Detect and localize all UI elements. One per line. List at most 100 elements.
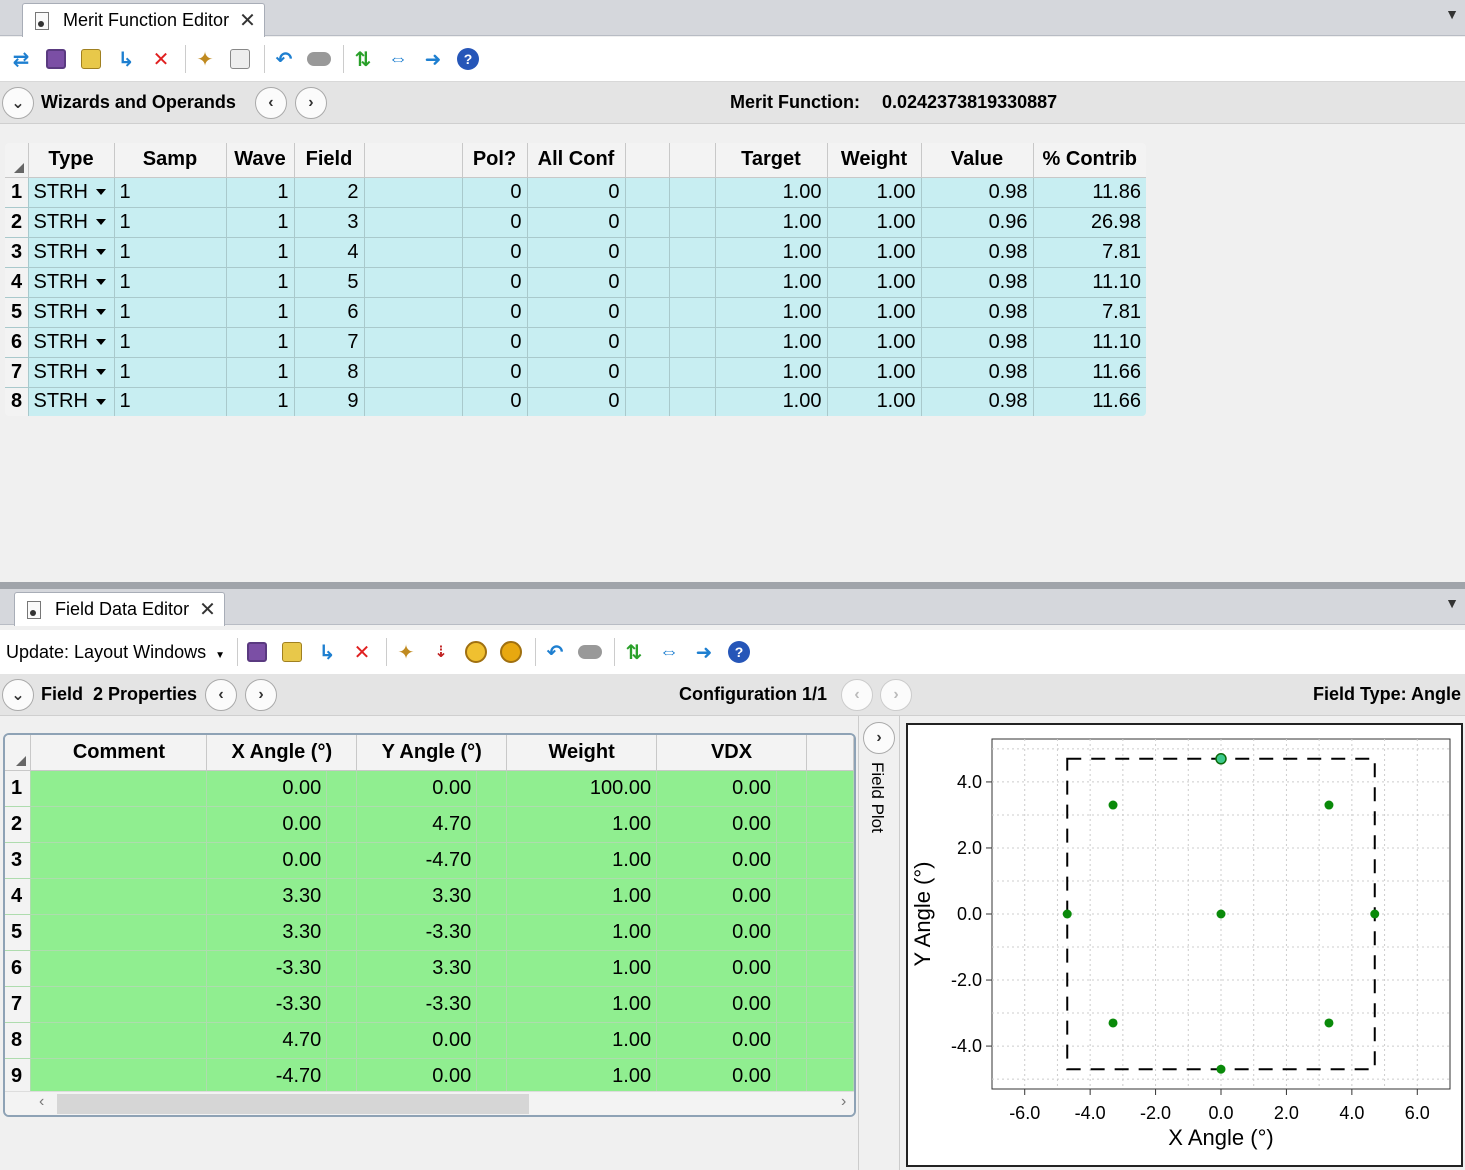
target-cell[interactable]: 1.00 [715, 237, 828, 268]
field-cell[interactable]: 9 [294, 387, 365, 416]
row-number[interactable]: 3 [5, 842, 32, 879]
solve-cell[interactable] [476, 770, 508, 807]
solve-cell[interactable] [476, 1022, 508, 1059]
comment-cell[interactable] [30, 986, 208, 1023]
column-header[interactable]: Samp [114, 143, 227, 178]
samp-cell[interactable]: 1 [114, 207, 227, 238]
weight-cell[interactable]: 1.00 [827, 357, 922, 388]
comment-cell[interactable] [30, 914, 208, 951]
empty-cell[interactable] [669, 357, 716, 388]
empty-cell[interactable] [806, 950, 854, 987]
column-header[interactable]: Y Angle (°) [356, 735, 508, 771]
solve-cell[interactable] [776, 950, 807, 987]
row-number[interactable]: 4 [5, 267, 29, 298]
chevron-down-icon[interactable]: ⌄ [2, 678, 34, 711]
samp-cell[interactable]: 1 [114, 237, 227, 268]
empty-cell[interactable] [669, 297, 716, 328]
empty-cell[interactable] [364, 357, 463, 388]
weight-cell[interactable]: 1.00 [506, 842, 658, 879]
comment-cell[interactable] [30, 950, 208, 987]
table-row[interactable]: 8 STRH 1 1 9 0 0 1.00 1.00 0.98 11.66 [5, 387, 1146, 416]
empty-cell[interactable] [364, 177, 463, 208]
pol-cell[interactable]: 0 [462, 387, 528, 416]
column-header[interactable]: VDX [656, 735, 807, 771]
next-button[interactable]: › [294, 86, 327, 119]
column-header[interactable]: Field [294, 143, 365, 178]
empty-cell[interactable] [625, 387, 670, 416]
allconf-cell[interactable]: 0 [527, 357, 626, 388]
target-cell[interactable]: 1.00 [715, 207, 828, 238]
sort-icon[interactable]: ⇣ [426, 637, 456, 667]
vdx-cell[interactable]: 0.00 [656, 878, 777, 915]
solve-cell[interactable] [476, 950, 508, 987]
row-number[interactable]: 2 [5, 207, 29, 238]
comment-cell[interactable] [30, 1058, 208, 1095]
samp-cell[interactable]: 1 [114, 297, 227, 328]
pane-splitter[interactable] [0, 582, 1465, 589]
dropdown-arrow-icon[interactable] [95, 309, 106, 316]
row-number[interactable]: 1 [5, 177, 29, 208]
wave-cell[interactable]: 1 [226, 207, 295, 238]
pol-cell[interactable]: 0 [462, 177, 528, 208]
solve-cell[interactable] [776, 1022, 807, 1059]
prev-button[interactable]: ‹ [205, 678, 238, 711]
column-header[interactable]: Comment [30, 735, 208, 771]
wave-cell[interactable]: 1 [226, 297, 295, 328]
empty-cell[interactable] [669, 267, 716, 298]
type-cell[interactable]: STRH [28, 207, 115, 238]
column-header[interactable] [364, 143, 463, 178]
solve-cell[interactable] [326, 770, 358, 807]
row-number[interactable]: 5 [5, 297, 29, 328]
type-cell[interactable]: STRH [28, 357, 115, 388]
dropdown-arrow-icon[interactable] [95, 279, 106, 286]
table-row[interactable]: 1 STRH 1 1 2 0 0 1.00 1.00 0.98 11.86 [5, 177, 1146, 208]
field-cell[interactable]: 8 [294, 357, 365, 388]
solve-cell[interactable] [476, 1058, 508, 1095]
y-angle-cell[interactable]: 0.00 [356, 1058, 478, 1095]
x-angle-cell[interactable]: 4.70 [206, 1022, 328, 1059]
wizard-icon[interactable]: ✦ [190, 44, 220, 74]
swap-icon[interactable]: ⇅ [619, 637, 649, 667]
column-header[interactable]: Weight [506, 735, 658, 771]
pol-cell[interactable]: 0 [462, 207, 528, 238]
wave-cell[interactable]: 1 [226, 327, 295, 358]
row-number[interactable]: 6 [5, 327, 29, 358]
select-all-corner[interactable] [5, 143, 29, 178]
solve-cell[interactable] [776, 914, 807, 951]
allconf-cell[interactable]: 0 [527, 207, 626, 238]
empty-cell[interactable] [364, 387, 463, 416]
solve-cell[interactable] [326, 842, 358, 879]
weight-cell[interactable]: 1.00 [506, 878, 658, 915]
empty-cell[interactable] [364, 297, 463, 328]
wave-cell[interactable]: 1 [226, 177, 295, 208]
y-angle-cell[interactable]: 0.00 [356, 770, 478, 807]
y-angle-cell[interactable]: -3.30 [356, 986, 478, 1023]
target-cell[interactable]: 1.00 [715, 177, 828, 208]
target-cell[interactable]: 1.00 [715, 267, 828, 298]
delete-icon[interactable]: ✕ [146, 44, 176, 74]
wave-cell[interactable]: 1 [226, 237, 295, 268]
comment-cell[interactable] [30, 878, 208, 915]
table-row[interactable]: 3 STRH 1 1 4 0 0 1.00 1.00 0.98 7.81 [5, 237, 1146, 268]
weight-cell[interactable]: 1.00 [827, 177, 922, 208]
vdx-cell[interactable]: 0.00 [656, 1058, 777, 1095]
vdx-cell[interactable]: 0.00 [656, 770, 777, 807]
dropdown-arrow-icon[interactable] [95, 249, 106, 256]
help-icon[interactable]: ? [724, 637, 754, 667]
tab-merit-function-editor[interactable]: Merit Function Editor ✕ [22, 3, 265, 37]
target-cell[interactable]: 1.00 [715, 357, 828, 388]
column-header[interactable]: Pol? [462, 143, 528, 178]
chevron-down-icon[interactable]: ⌄ [2, 86, 34, 119]
swap-icon[interactable]: ⇅ [348, 44, 378, 74]
empty-cell[interactable] [669, 207, 716, 238]
comment-cell[interactable] [30, 770, 208, 807]
weight-cell[interactable]: 1.00 [506, 1022, 658, 1059]
dropdown-arrow-icon[interactable] [95, 339, 106, 346]
solve-cell[interactable] [776, 806, 807, 843]
table-row[interactable]: 6 STRH 1 1 7 0 0 1.00 1.00 0.98 11.10 [5, 327, 1146, 358]
table-row[interactable]: 9 -4.70 0.00 1.00 0.00 [5, 1058, 854, 1095]
toggle-icon[interactable] [304, 44, 334, 74]
empty-cell[interactable] [625, 237, 670, 268]
empty-cell[interactable] [364, 237, 463, 268]
samp-cell[interactable]: 1 [114, 327, 227, 358]
